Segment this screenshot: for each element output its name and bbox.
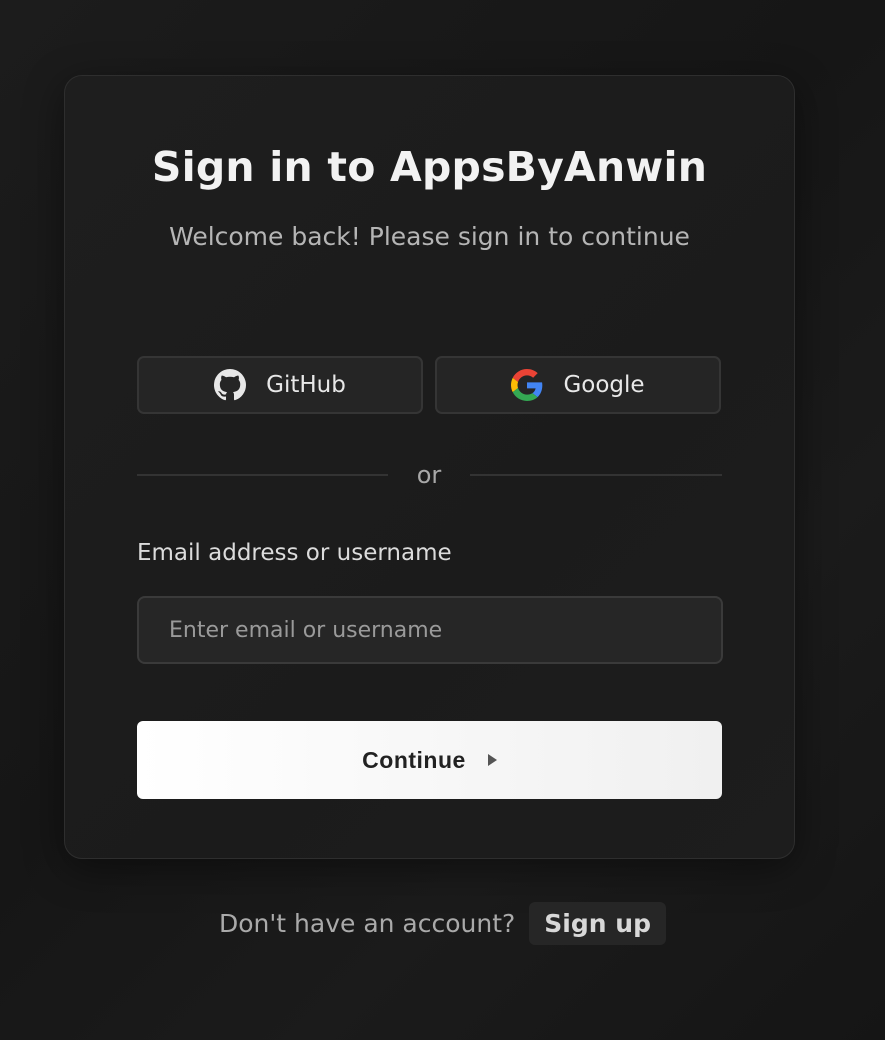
google-signin-button[interactable]: Google: [435, 356, 721, 414]
github-icon: [214, 369, 247, 401]
github-signin-button[interactable]: GitHub: [137, 356, 423, 414]
google-button-label: Google: [563, 372, 645, 398]
signup-prompt: Don't have an account? Sign up: [0, 902, 885, 945]
sign-in-card: Sign in to AppsByAnwin Welcome back! Ple…: [64, 75, 795, 859]
signup-prompt-text: Don't have an account?: [219, 909, 516, 938]
google-icon: [511, 369, 543, 401]
page-title: Sign in to AppsByAnwin: [151, 143, 708, 191]
caret-right-icon: [487, 754, 497, 766]
continue-button-label: Continue: [362, 746, 466, 773]
divider-text: or: [416, 461, 442, 489]
continue-button[interactable]: Continue: [137, 721, 722, 799]
page-subtitle: Welcome back! Please sign in to continue: [169, 222, 690, 251]
divider-line-left: [137, 474, 388, 476]
github-button-label: GitHub: [266, 372, 346, 398]
email-label: Email address or username: [137, 540, 452, 566]
divider-line-right: [470, 474, 722, 476]
email-field[interactable]: [137, 596, 723, 664]
sign-up-link[interactable]: Sign up: [529, 902, 666, 945]
